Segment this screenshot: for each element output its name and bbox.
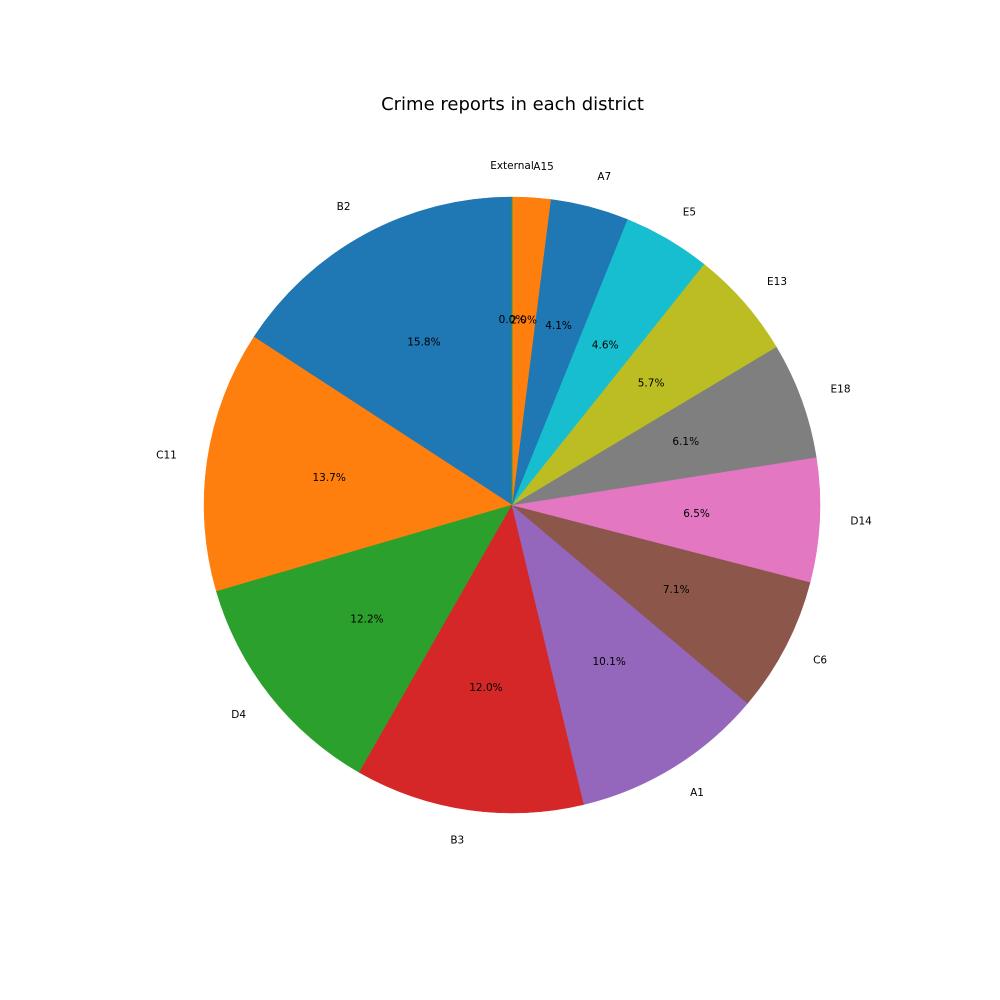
slice-label: A1 [690,787,704,799]
slice-percent-label: 12.2% [350,614,383,626]
slice-label: B2 [337,201,351,213]
slice-label: A7 [597,171,611,183]
slice-label: External [490,160,534,172]
slice-percent-label: 13.7% [312,472,345,484]
slice-label: E5 [683,206,696,218]
slice-label: C6 [813,654,827,666]
slice-label: B3 [450,834,464,846]
slice-percent-label: 6.5% [683,508,710,520]
slice-label: D14 [850,516,872,528]
slice-label: E18 [831,384,851,396]
slice-percent-label: 4.6% [592,339,619,351]
slice-percent-label: 12.0% [469,682,502,694]
slice-label: D4 [231,709,246,721]
pie-chart: B2 15.8% C11 13.7% D4 12.2% B3 12.0% A1 10.1% C6 7.… [156,160,872,846]
slice-percent-label: 15.8% [407,337,440,349]
slice-label: A15 [533,161,554,173]
slice-percent-label: 5.7% [638,377,665,389]
slice-percent-label: 7.1% [663,584,690,596]
slice-percent-label: 0.0% [499,314,526,326]
slice-percent-label: 6.1% [672,436,699,448]
slice-percent-label: 10.1% [592,656,625,668]
slice-label: E13 [767,276,787,288]
slice-label: C11 [156,450,177,462]
slice-percent-label: 4.1% [545,320,572,332]
